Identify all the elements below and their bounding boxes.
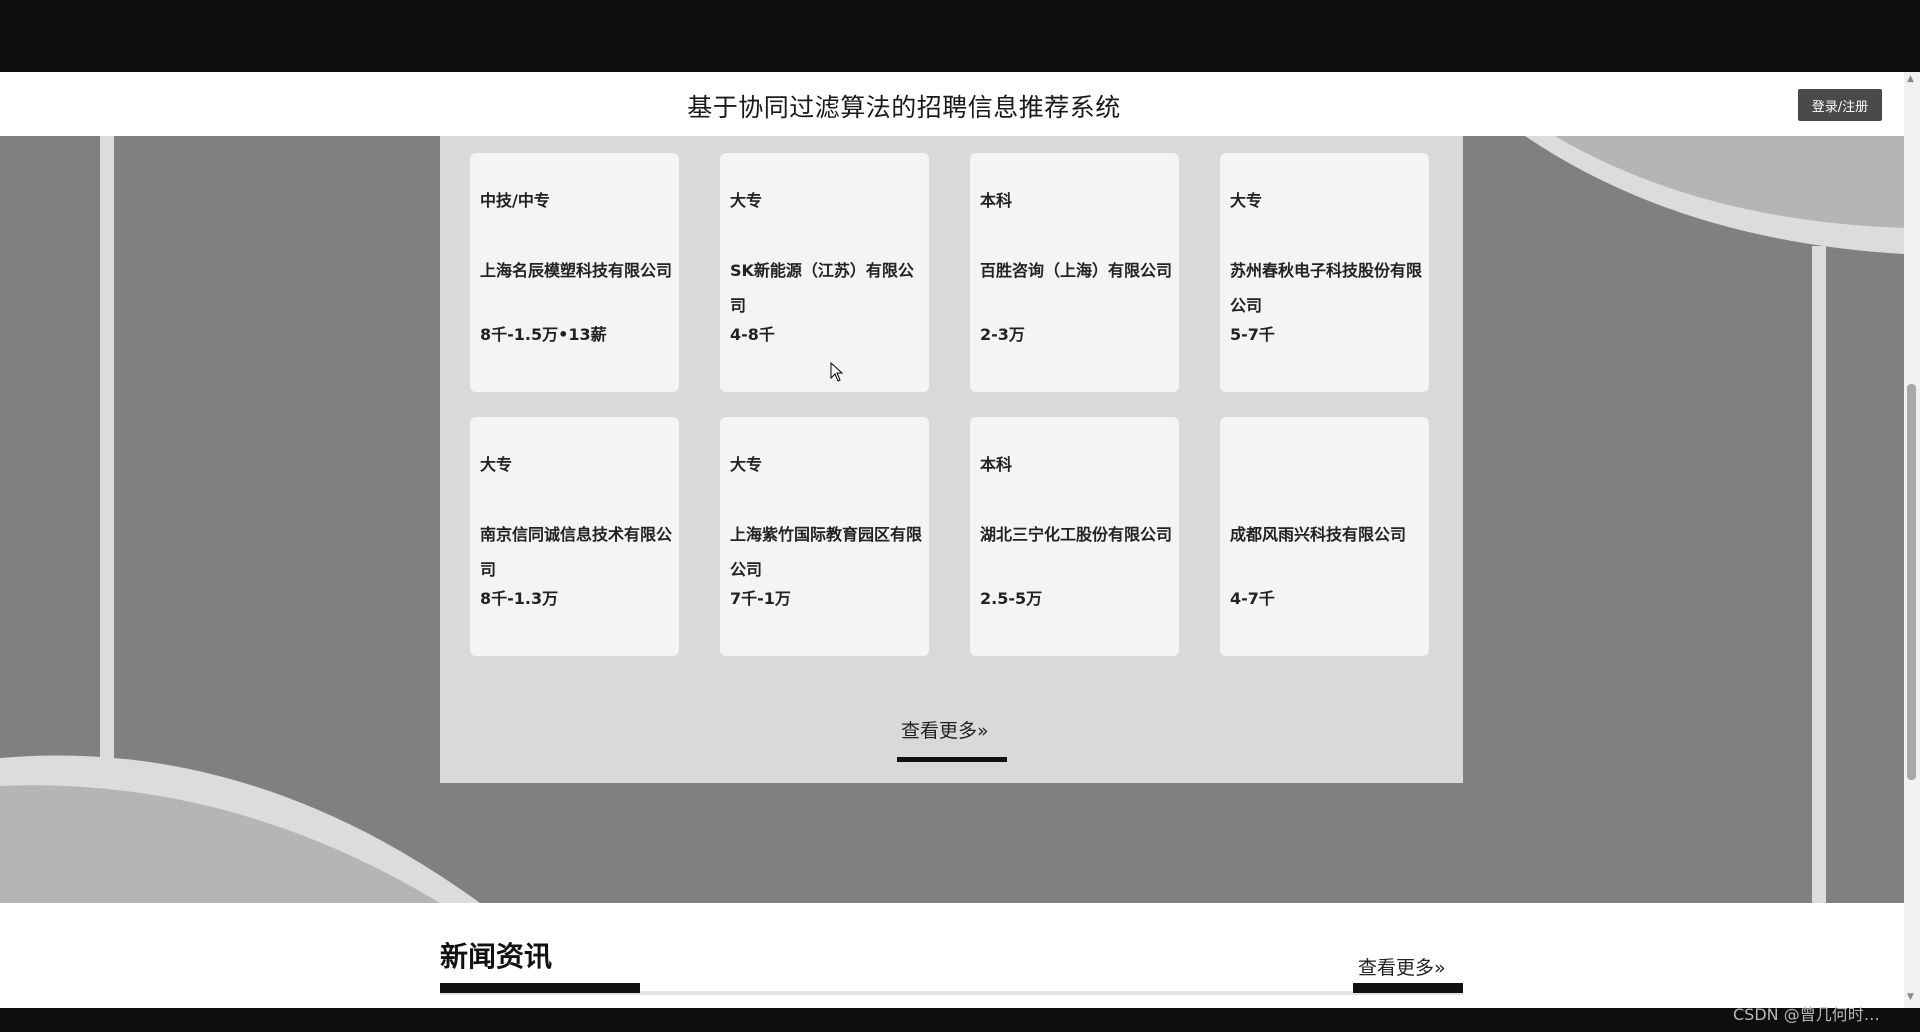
job-card[interactable]: 大专 SK新能源（江苏）有限公司 4-8千	[720, 153, 929, 392]
left-vertical-stripe	[100, 136, 114, 766]
job-company: 上海名辰模塑科技有限公司	[480, 261, 673, 280]
mouse-cursor-icon	[830, 362, 844, 382]
job-card[interactable]: 大专 上海紫竹国际教育园区有限公司 7千-1万	[720, 417, 929, 656]
job-education: 大专	[1230, 191, 1263, 210]
job-card[interactable]: 中技/中专 上海名辰模塑科技有限公司 8千-1.5万•13薪	[470, 153, 679, 392]
jobs-view-more-link[interactable]: 查看更多»	[901, 716, 989, 743]
job-company: 百胜咨询（上海）有限公司	[980, 261, 1173, 280]
job-card[interactable]: 本科 百胜咨询（上海）有限公司 2-3万	[970, 153, 1179, 392]
scroll-up-arrow-icon[interactable]: ▲	[1907, 74, 1914, 84]
job-salary: 8千-1.5万•13薪	[480, 325, 607, 344]
job-salary: 2-3万	[980, 325, 1025, 344]
job-education: 本科	[980, 191, 1013, 210]
job-company: 苏州春秋电子科技股份有限公司	[1230, 261, 1423, 315]
news-title-underline	[440, 983, 640, 993]
job-card[interactable]: 成都风雨兴科技有限公司 4-7千	[1220, 417, 1429, 656]
scrollbar-thumb[interactable]	[1907, 384, 1916, 780]
job-salary: 4-7千	[1230, 589, 1275, 608]
job-card[interactable]: 大专 苏州春秋电子科技股份有限公司 5-7千	[1220, 153, 1429, 392]
job-salary: 4-8千	[730, 325, 775, 344]
job-education: 大专	[730, 455, 763, 474]
scroll-down-arrow-icon[interactable]: ▼	[1907, 992, 1914, 1002]
job-company: 南京信同诚信息技术有限公司	[480, 525, 673, 579]
jobs-view-more-underline	[897, 757, 1007, 762]
news-view-more-link[interactable]: 查看更多»	[1358, 953, 1446, 980]
page-scrollbar[interactable]: ▲ ▼	[1904, 72, 1920, 1008]
job-education: 大专	[730, 191, 763, 210]
job-company: 成都风雨兴科技有限公司	[1230, 525, 1407, 544]
job-education: 本科	[980, 455, 1013, 474]
job-education: 中技/中专	[480, 191, 550, 210]
job-salary: 2.5-5万	[980, 589, 1043, 608]
job-company: 上海紫竹国际教育园区有限公司	[730, 525, 923, 579]
news-view-more-underline	[1353, 983, 1463, 993]
login-register-button[interactable]: 登录/注册	[1798, 89, 1882, 121]
site-title: 基于协同过滤算法的招聘信息推荐系统	[687, 93, 1121, 122]
job-salary: 5-7千	[1230, 325, 1275, 344]
right-vertical-stripe	[1812, 246, 1826, 903]
job-card[interactable]: 大专 南京信同诚信息技术有限公司 8千-1.3万	[470, 417, 679, 656]
top-black-bar	[0, 0, 1920, 72]
jobs-panel: 中技/中专 上海名辰模塑科技有限公司 8千-1.5万•13薪 大专 SK新能源（…	[440, 136, 1463, 783]
site-header: 基于协同过滤算法的招聘信息推荐系统 登录/注册	[0, 72, 1904, 136]
job-education: 大专	[480, 455, 513, 474]
job-recommendation-section: 中技/中专 上海名辰模塑科技有限公司 8千-1.5万•13薪 大专 SK新能源（…	[0, 136, 1904, 903]
job-company: SK新能源（江苏）有限公司	[730, 261, 914, 315]
bottom-black-bar	[0, 1008, 1920, 1032]
job-company: 湖北三宁化工股份有限公司	[980, 525, 1173, 544]
job-salary: 7千-1万	[730, 589, 791, 608]
job-card[interactable]: 本科 湖北三宁化工股份有限公司 2.5-5万	[970, 417, 1179, 656]
news-section-title: 新闻资讯	[440, 940, 553, 973]
job-salary: 8千-1.3万	[480, 589, 559, 608]
news-section: 新闻资讯 查看更多»	[0, 903, 1904, 1008]
csdn-watermark: CSDN @曾几何时…	[1733, 1005, 1880, 1024]
